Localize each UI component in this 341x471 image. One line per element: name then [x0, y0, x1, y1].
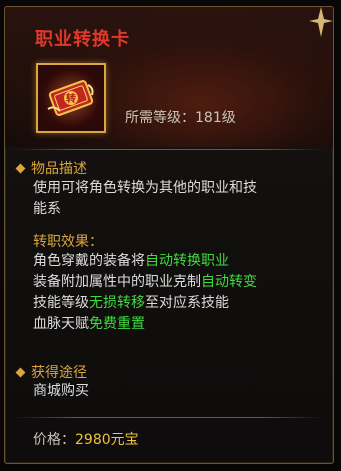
- transfer-card-icon: 转: [43, 70, 99, 126]
- description-text: 使用可将角色转换为其他的职业和技 能系: [33, 180, 257, 217]
- effect-highlight: 无损转移: [89, 295, 145, 311]
- effect-line: 技能等级无损转移至对应系技能: [33, 293, 257, 314]
- effect-section-title: 转职效果：: [33, 234, 103, 250]
- effect-text: 至对应系技能: [145, 295, 229, 311]
- effect-line: 装备附加属性中的职业克制自动转变: [33, 272, 257, 293]
- divider: [15, 417, 323, 418]
- effect-highlight: 自动转换职业: [145, 253, 229, 269]
- price-row: 价格：2980元宝: [33, 429, 139, 449]
- required-level: 所需等级：181级: [125, 107, 236, 127]
- effect-text: 装备附加属性中的职业克制: [33, 274, 201, 290]
- effect-line: 血脉天赋免费重置: [33, 314, 257, 335]
- price-label: 价格：: [33, 432, 75, 448]
- item-tooltip: 职业转换卡 转 所需等级：181级 物品描述 使用可将角色转换为其他的职业和技 …: [4, 6, 334, 464]
- item-icon-frame[interactable]: 转: [36, 63, 106, 133]
- price-value: 2980元宝: [75, 432, 139, 448]
- effect-highlight: 免费重置: [89, 316, 145, 332]
- effect-text: 角色穿戴的装备将: [33, 253, 145, 269]
- effect-text: 血脉天赋: [33, 316, 89, 332]
- tooltip-header: 职业转换卡 转 所需等级：181级: [5, 7, 333, 147]
- effect-line: 角色穿戴的装备将自动转换职业: [33, 251, 257, 272]
- obtain-text: 商城购买: [33, 383, 89, 399]
- item-title: 职业转换卡: [35, 29, 130, 50]
- diamond-icon: [15, 367, 26, 377]
- obtain-section-title: 获得途径: [15, 362, 87, 382]
- effect-lines: 角色穿戴的装备将自动转换职业 装备附加属性中的职业克制自动转变 技能等级无损转移至对…: [33, 251, 257, 335]
- required-level-value: 181级: [195, 110, 236, 126]
- description-section-title: 物品描述: [15, 158, 87, 178]
- card-glyph: 转: [66, 92, 76, 105]
- effect-highlight: 自动转变: [201, 274, 257, 290]
- sparkle-icon: [309, 7, 333, 37]
- required-level-label: 所需等级：: [125, 110, 195, 126]
- divider: [15, 149, 323, 150]
- effect-text: 技能等级: [33, 295, 89, 311]
- diamond-icon: [15, 163, 26, 173]
